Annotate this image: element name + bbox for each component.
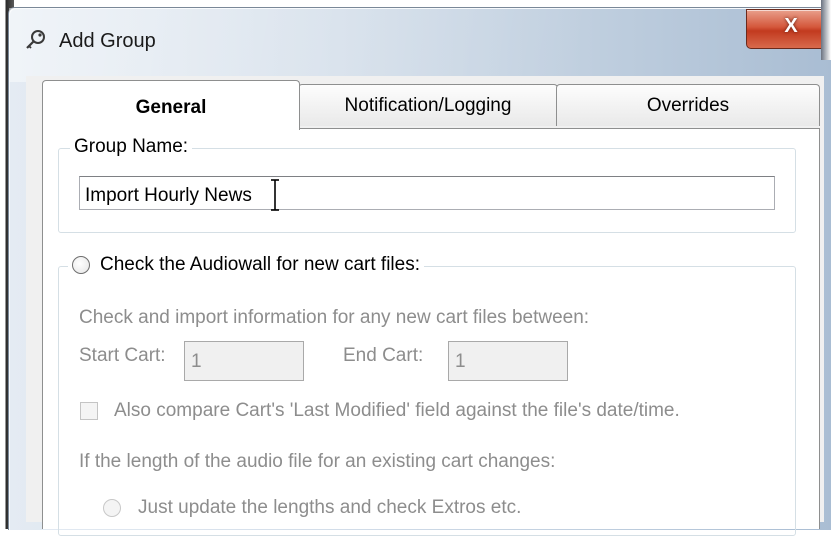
update-lengths-label: Just update the lengths and check Extros… (138, 497, 522, 518)
end-cart-value: 1 (455, 351, 466, 372)
start-cart-label: Start Cart: (79, 345, 166, 366)
close-icon: X (784, 15, 798, 37)
tab-overrides-label: Overrides (646, 95, 730, 116)
tab-general[interactable]: General (42, 80, 300, 130)
group-name-input[interactable] (79, 176, 775, 210)
tab-general-label: General (135, 97, 207, 118)
audiowall-radio-button[interactable] (72, 256, 90, 274)
tab-notification-logging-label: Notification/Logging (344, 95, 512, 116)
update-lengths-radio-button[interactable] (103, 499, 121, 517)
window-edge (821, 0, 831, 60)
key-icon (26, 30, 45, 49)
end-cart-input[interactable]: 1 (448, 341, 568, 381)
start-cart-input[interactable]: 1 (184, 341, 304, 381)
tab-overrides[interactable]: Overrides (556, 84, 820, 126)
audiowall-radio-option[interactable]: Check the Audiowall for new cart files: (68, 254, 424, 276)
group-name-legend: Group Name: (70, 136, 193, 158)
new-cart-description: Check and import information for any new… (79, 307, 590, 328)
end-cart-label: End Cart: (343, 345, 424, 366)
compare-modified-checkbox[interactable] (80, 402, 98, 420)
window-title: Add Group (59, 30, 156, 52)
length-change-label: If the length of the audio file for an e… (79, 451, 556, 472)
start-cart-value: 1 (191, 351, 202, 372)
tab-notification-logging[interactable]: Notification/Logging (298, 84, 558, 126)
compare-modified-label: Also compare Cart's 'Last Modified' fiel… (114, 400, 680, 421)
close-button[interactable]: X (746, 9, 831, 49)
title-bar[interactable]: Add Group (9, 8, 831, 82)
text-cursor-icon (271, 179, 279, 211)
audiowall-radio-label: Check the Audiowall for new cart files: (100, 254, 420, 275)
